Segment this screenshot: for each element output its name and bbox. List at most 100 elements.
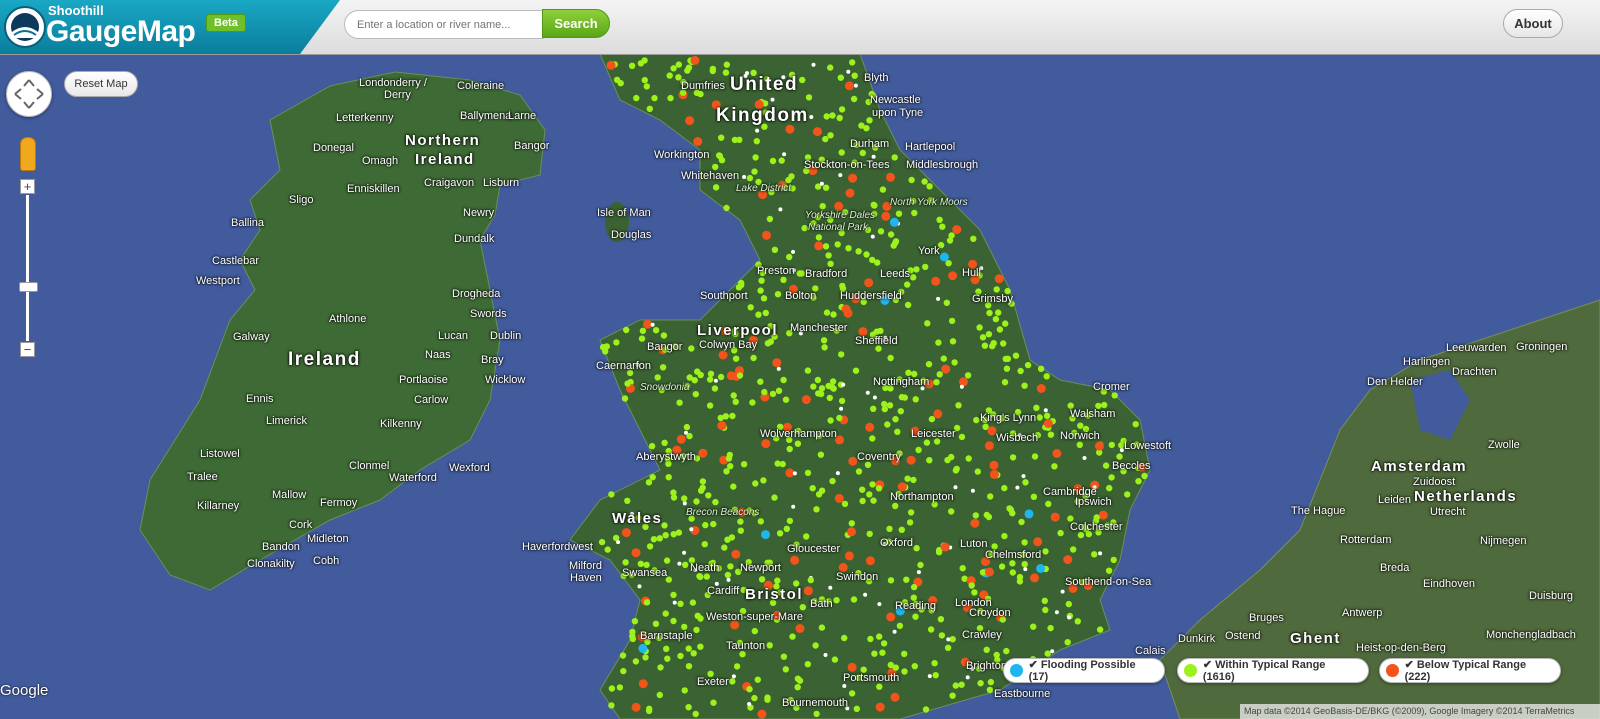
gauge-marker-typical[interactable] xyxy=(912,613,919,620)
gauge-marker-typical[interactable] xyxy=(711,385,719,392)
gauge-marker-typical[interactable] xyxy=(949,692,956,699)
gauge-marker-flooding[interactable] xyxy=(889,217,899,227)
gauge-marker-typical[interactable] xyxy=(692,391,699,398)
gauge-marker-typical[interactable] xyxy=(887,231,895,238)
gauge-marker-unknown[interactable] xyxy=(1015,485,1020,490)
gauge-marker-typical[interactable] xyxy=(901,650,908,658)
gauge-marker-typical[interactable] xyxy=(641,76,648,84)
gauge-marker-typical[interactable] xyxy=(898,393,906,401)
gauge-marker-typical[interactable] xyxy=(723,204,730,212)
gauge-marker-typical[interactable] xyxy=(990,340,997,347)
gauge-marker-typical[interactable] xyxy=(837,74,844,81)
gauge-marker-unknown[interactable] xyxy=(682,501,687,506)
gauge-marker-typical[interactable] xyxy=(827,417,834,424)
gauge-marker-typical[interactable] xyxy=(1042,606,1049,614)
gauge-marker-typical[interactable] xyxy=(1043,412,1051,419)
gauge-marker-unknown[interactable] xyxy=(637,584,642,589)
gauge-marker-unknown[interactable] xyxy=(755,128,760,133)
gauge-marker-typical[interactable] xyxy=(796,270,803,277)
gauge-marker-typical[interactable] xyxy=(964,372,972,379)
gauge-marker-below[interactable] xyxy=(693,137,703,146)
gauge-marker-unknown[interactable] xyxy=(1043,408,1048,413)
gauge-marker-typical[interactable] xyxy=(987,493,994,500)
gauge-marker-typical[interactable] xyxy=(621,395,629,402)
gauge-marker-below[interactable] xyxy=(886,612,896,622)
gauge-marker-flooding[interactable] xyxy=(761,530,770,540)
gauge-marker-typical[interactable] xyxy=(869,435,876,442)
gauge-marker-unknown[interactable] xyxy=(682,550,687,555)
gauge-marker-typical[interactable] xyxy=(757,518,764,525)
gauge-marker-typical[interactable] xyxy=(869,481,876,488)
gauge-marker-unknown[interactable] xyxy=(1082,456,1087,460)
gauge-marker-below[interactable] xyxy=(948,271,958,281)
gauge-marker-below[interactable] xyxy=(1098,510,1108,520)
gauge-marker-unknown[interactable] xyxy=(835,471,840,476)
gauge-marker-below[interactable] xyxy=(985,567,994,577)
gauge-marker-typical[interactable] xyxy=(779,460,786,468)
gauge-marker-typical[interactable] xyxy=(879,649,886,656)
gauge-marker-typical[interactable] xyxy=(689,599,697,606)
gauge-marker-typical[interactable] xyxy=(760,295,768,302)
gauge-marker-unknown[interactable] xyxy=(946,637,951,642)
gauge-marker-unknown[interactable] xyxy=(650,322,655,327)
gauge-marker-typical[interactable] xyxy=(794,684,801,691)
gauge-marker-typical[interactable] xyxy=(762,309,769,317)
gauge-marker-typical[interactable] xyxy=(1065,600,1073,608)
gauge-marker-typical[interactable] xyxy=(794,675,802,682)
gauge-marker-typical[interactable] xyxy=(702,521,709,529)
gauge-marker-typical[interactable] xyxy=(786,445,793,453)
gauge-marker-typical[interactable] xyxy=(1024,361,1032,369)
gauge-marker-typical[interactable] xyxy=(815,234,823,241)
gauge-marker-below[interactable] xyxy=(761,439,771,449)
gauge-marker-typical[interactable] xyxy=(938,632,946,639)
gauge-marker-typical[interactable] xyxy=(761,388,768,396)
gauge-marker-typical[interactable] xyxy=(794,440,802,447)
gauge-marker-typical[interactable] xyxy=(943,299,950,306)
gauge-marker-typical[interactable] xyxy=(780,376,787,384)
gauge-marker-below[interactable] xyxy=(731,549,741,559)
gauge-marker-typical[interactable] xyxy=(983,646,990,653)
gauge-marker-typical[interactable] xyxy=(935,339,942,346)
gauge-marker-typical[interactable] xyxy=(1037,365,1045,372)
gauge-marker-typical[interactable] xyxy=(841,500,849,508)
gauge-marker-typical[interactable] xyxy=(749,399,756,406)
gauge-marker-typical[interactable] xyxy=(662,610,669,617)
gauge-marker-below[interactable] xyxy=(1036,384,1046,393)
gauge-marker-typical[interactable] xyxy=(750,354,757,362)
gauge-marker-typical[interactable] xyxy=(970,235,977,242)
gauge-marker-typical[interactable] xyxy=(973,416,980,424)
gauge-marker-typical[interactable] xyxy=(936,371,943,378)
gauge-marker-typical[interactable] xyxy=(895,210,903,217)
gauge-marker-unknown[interactable] xyxy=(1021,474,1026,479)
gauge-marker-unknown[interactable] xyxy=(841,382,846,387)
gauge-marker-typical[interactable] xyxy=(820,337,828,344)
gauge-marker-typical[interactable] xyxy=(815,491,823,498)
gauge-marker-typical[interactable] xyxy=(650,536,658,543)
gauge-marker-typical[interactable] xyxy=(683,423,691,431)
gauge-marker-unknown[interactable] xyxy=(792,471,797,476)
gauge-marker-typical[interactable] xyxy=(685,704,692,711)
gauge-marker-typical[interactable] xyxy=(913,545,920,552)
gauge-marker-below[interactable] xyxy=(631,702,641,712)
gauge-marker-typical[interactable] xyxy=(753,138,760,145)
gauge-marker-typical[interactable] xyxy=(733,663,741,670)
gauge-marker-typical[interactable] xyxy=(881,400,888,408)
gauge-marker-unknown[interactable] xyxy=(872,395,877,400)
gauge-marker-typical[interactable] xyxy=(645,707,653,715)
gauge-marker-typical[interactable] xyxy=(917,561,924,569)
gauge-marker-below[interactable] xyxy=(886,172,895,182)
gauge-marker-unknown[interactable] xyxy=(672,600,677,605)
gauge-marker-typical[interactable] xyxy=(613,339,620,346)
gauge-marker-unknown[interactable] xyxy=(839,406,844,411)
gauge-marker-typical[interactable] xyxy=(694,612,701,619)
gauge-marker-typical[interactable] xyxy=(604,546,611,553)
gauge-marker-typical[interactable] xyxy=(913,266,920,273)
gauge-marker-typical[interactable] xyxy=(633,94,640,102)
gauge-marker-typical[interactable] xyxy=(686,432,693,440)
gauge-marker-below[interactable] xyxy=(844,81,854,91)
gauge-marker-typical[interactable] xyxy=(804,367,812,374)
gauge-marker-typical[interactable] xyxy=(823,309,831,316)
gauge-marker-typical[interactable] xyxy=(1116,453,1123,460)
gauge-marker-typical[interactable] xyxy=(850,95,858,103)
gauge-marker-typical[interactable] xyxy=(887,354,894,362)
